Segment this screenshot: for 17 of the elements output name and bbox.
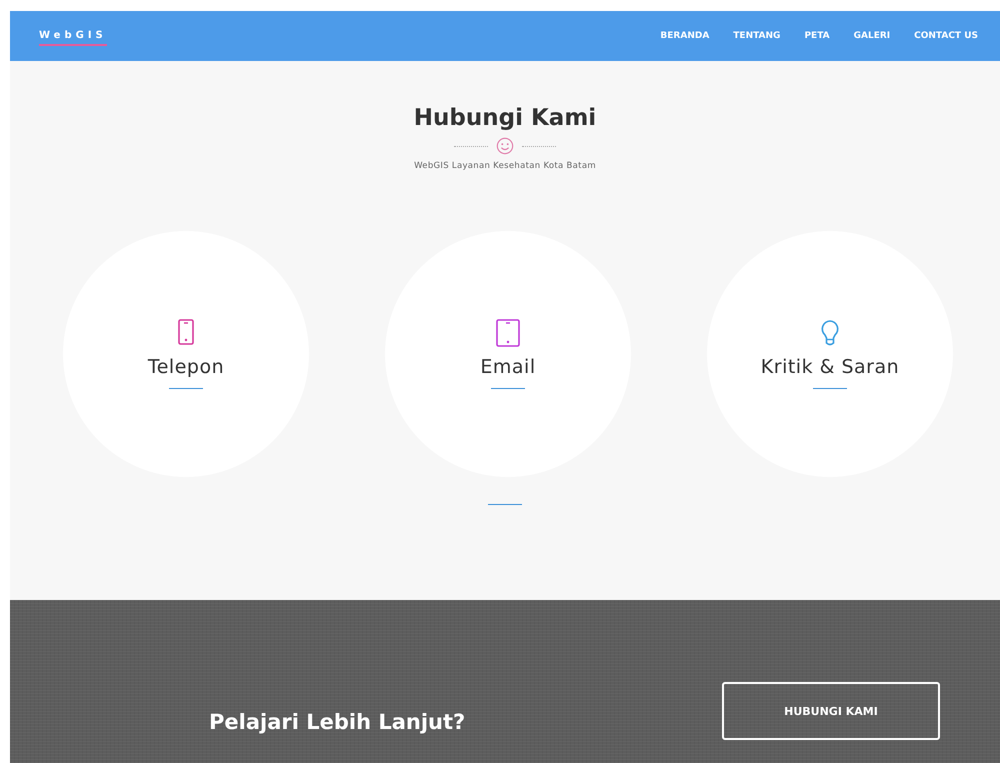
card-title: Kritik & Saran [760,356,900,378]
contact-card[interactable]: Email [385,231,631,477]
brand-link[interactable]: WebGIS [39,30,107,46]
banner-heading: Pelajari Lebih Lanjut? [209,710,466,734]
nav-link[interactable]: PETA [804,31,830,41]
nav-link[interactable]: GALERI [854,31,890,41]
nav-link[interactable]: CONTACT US [914,31,978,41]
card-title: Email [480,356,536,378]
smiley-icon [496,137,514,155]
section-title: Hubungi Kami [414,105,596,131]
nav-link[interactable]: TENTANG [733,31,780,41]
nav-link[interactable]: BERANDA [660,31,710,41]
contact-card[interactable]: Kritik & Saran [707,231,953,477]
card-title: Telepon [148,356,224,378]
contact-button[interactable]: HUBUNGI KAMI [722,682,940,740]
contact-card[interactable]: Telepon [63,231,309,477]
section-subtitle: WebGIS Layanan Kesehatan Kota Batam [414,161,596,171]
